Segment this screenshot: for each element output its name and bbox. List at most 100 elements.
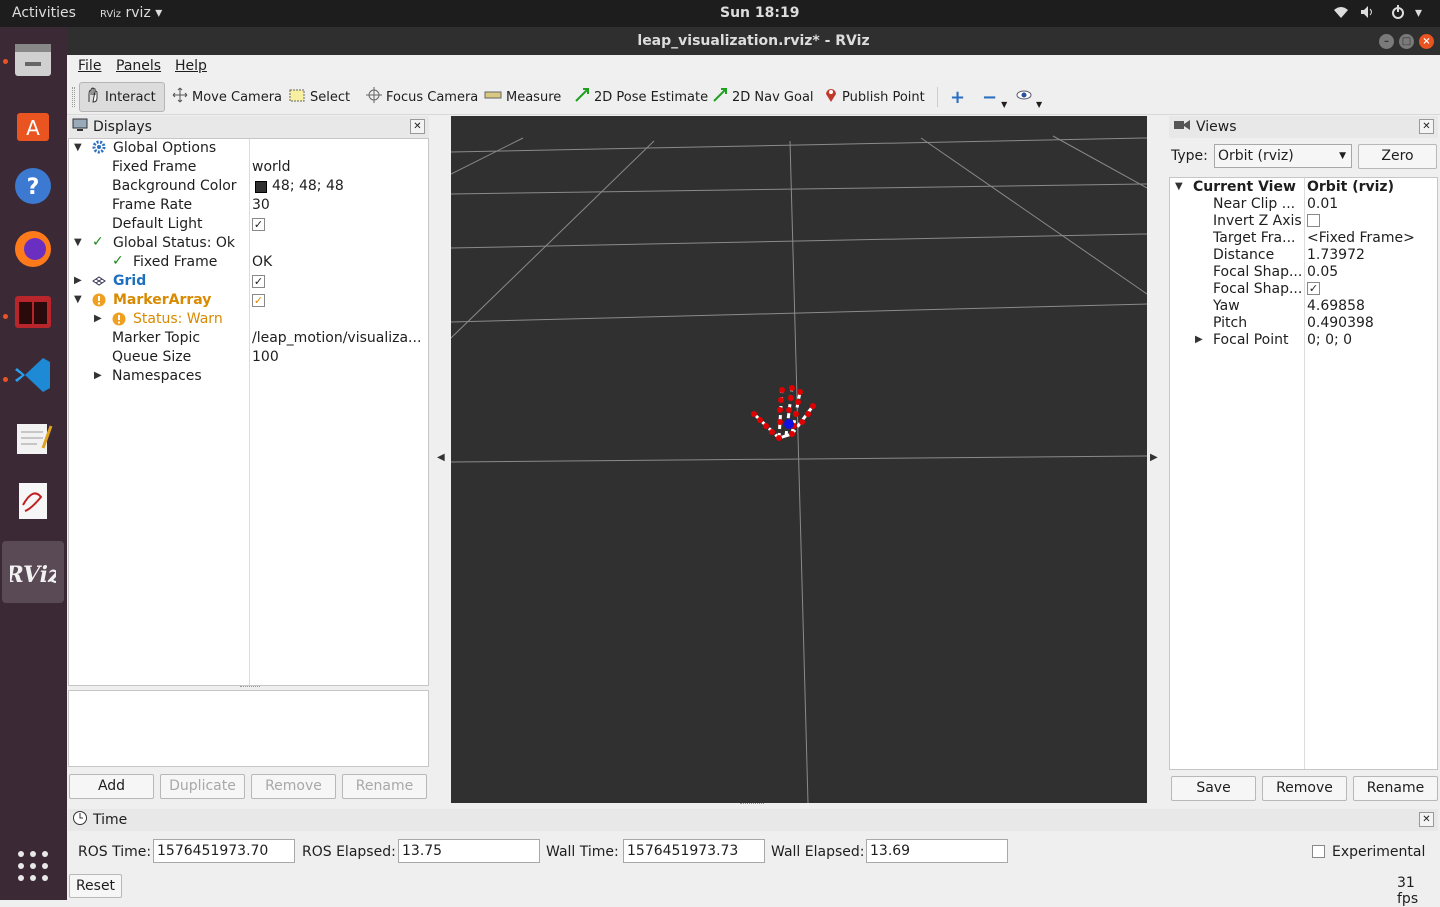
tree-row-marker-array[interactable]: ▼ MarkerArray ✓ bbox=[69, 291, 428, 310]
rviz-icon[interactable]: RViz bbox=[10, 549, 56, 595]
experimental-checkbox[interactable] bbox=[1312, 845, 1325, 858]
displays-close-icon[interactable]: ✕ bbox=[410, 119, 425, 134]
ros-time-field[interactable]: 1576451973.70 bbox=[153, 839, 295, 863]
tree-row-global-status[interactable]: ▼ ✓ Global Status: Ok bbox=[69, 234, 428, 253]
expand-arrow-icon[interactable]: ▼ bbox=[1175, 181, 1183, 192]
tree-row-fixed-frame-status[interactable]: ✓ Fixed Frame OK bbox=[69, 253, 428, 272]
files-icon[interactable] bbox=[10, 37, 56, 83]
minimize-icon[interactable]: – bbox=[1379, 34, 1394, 49]
tree-row-namespaces[interactable]: ▶ Namespaces bbox=[69, 367, 428, 386]
collapse-arrow-icon[interactable]: ▶ bbox=[94, 313, 102, 324]
tree-row-status-warn[interactable]: ▶ Status: Warn bbox=[69, 310, 428, 329]
tree-row-queue-size[interactable]: Queue Size 100 bbox=[69, 348, 428, 367]
fixed-frame-value[interactable]: world bbox=[252, 159, 291, 175]
tree-row-fixed-frame[interactable]: Fixed Frame world bbox=[69, 158, 428, 177]
splitter-handle[interactable] bbox=[740, 803, 764, 806]
activities-button[interactable]: Activities bbox=[12, 5, 76, 21]
background-color-value[interactable]: 48; 48; 48 bbox=[272, 178, 344, 194]
expand-arrow-icon[interactable]: ▼ bbox=[74, 294, 82, 305]
publish-point-tool-button[interactable]: Publish Point bbox=[819, 82, 930, 112]
focal-shape-checkbox[interactable]: ✓ bbox=[1307, 282, 1320, 295]
ros-elapsed-field[interactable]: 13.75 bbox=[398, 839, 540, 863]
collapse-right-arrow-icon[interactable]: ▶ bbox=[1150, 452, 1158, 463]
menu-help[interactable]: Help bbox=[175, 58, 207, 74]
prop-value[interactable]: 0.05 bbox=[1307, 264, 1338, 280]
prop-value[interactable]: 1.73972 bbox=[1307, 247, 1365, 263]
displays-tree[interactable]: ▼ Global Options Fixed Frame world Backg… bbox=[68, 138, 429, 686]
volume-icon[interactable] bbox=[1360, 5, 1376, 23]
help-icon[interactable]: ? bbox=[10, 163, 56, 209]
default-light-checkbox[interactable]: ✓ bbox=[252, 218, 265, 231]
toolbar-grip[interactable] bbox=[72, 87, 75, 107]
tree-row-yaw[interactable]: Yaw 4.69858 bbox=[1170, 297, 1437, 314]
views-panel-header[interactable]: Views ✕ bbox=[1169, 116, 1438, 138]
tree-row-current-view[interactable]: ▼ Current View Orbit (rviz) bbox=[1170, 178, 1437, 195]
show-applications-icon[interactable] bbox=[10, 843, 56, 889]
tree-row-global-options[interactable]: ▼ Global Options bbox=[69, 139, 428, 158]
tree-row-distance[interactable]: Distance 1.73972 bbox=[1170, 246, 1437, 263]
tree-row-focal-shape-size[interactable]: Focal Shap... 0.05 bbox=[1170, 263, 1437, 280]
color-swatch[interactable] bbox=[255, 181, 267, 193]
marker-array-enabled-checkbox[interactable]: ✓ bbox=[252, 294, 265, 307]
queue-size-value[interactable]: 100 bbox=[252, 349, 279, 365]
tree-row-marker-topic[interactable]: Marker Topic /leap_motion/visualiza... bbox=[69, 329, 428, 348]
window-titlebar[interactable]: leap_visualization.rviz* - RViz – □ × bbox=[67, 27, 1440, 55]
3d-viewport[interactable] bbox=[451, 116, 1147, 803]
select-tool-button[interactable]: Select bbox=[283, 82, 355, 112]
interact-tool-button[interactable]: Interact bbox=[79, 82, 165, 112]
move-camera-tool-button[interactable]: Move Camera bbox=[167, 82, 287, 112]
add-tool-button[interactable]: + bbox=[945, 82, 970, 112]
expand-arrow-icon[interactable]: ▼ bbox=[74, 237, 82, 248]
marker-topic-value[interactable]: /leap_motion/visualiza... bbox=[252, 330, 421, 346]
views-close-icon[interactable]: ✕ bbox=[1419, 119, 1434, 134]
tree-row-frame-rate[interactable]: Frame Rate 30 bbox=[69, 196, 428, 215]
views-tree[interactable]: ▼ Current View Orbit (rviz) Near Clip ..… bbox=[1169, 177, 1438, 770]
invert-z-checkbox[interactable] bbox=[1307, 214, 1320, 227]
tree-row-default-light[interactable]: Default Light ✓ bbox=[69, 215, 428, 234]
wifi-icon[interactable] bbox=[1333, 5, 1349, 23]
maximize-icon[interactable]: □ bbox=[1399, 34, 1414, 49]
rename-view-button[interactable]: Rename bbox=[1353, 776, 1438, 801]
firefox-icon[interactable] bbox=[10, 226, 56, 272]
tree-row-grid[interactable]: ▶ Grid ✓ bbox=[69, 272, 428, 291]
remove-display-button[interactable]: Remove bbox=[251, 774, 336, 799]
prop-value[interactable]: <Fixed Frame> bbox=[1307, 230, 1415, 246]
grid-enabled-checkbox[interactable]: ✓ bbox=[252, 275, 265, 288]
tree-row-target-frame[interactable]: Target Fra... <Fixed Frame> bbox=[1170, 229, 1437, 246]
remove-view-button[interactable]: Remove bbox=[1262, 776, 1347, 801]
collapse-arrow-icon[interactable]: ▶ bbox=[94, 370, 102, 381]
tree-row-invert-z[interactable]: Invert Z Axis bbox=[1170, 212, 1437, 229]
splitter-handle[interactable] bbox=[240, 686, 260, 689]
menu-file[interactable]: File bbox=[78, 58, 101, 74]
document-viewer-icon[interactable] bbox=[10, 478, 56, 524]
frame-rate-value[interactable]: 30 bbox=[252, 197, 270, 213]
focus-camera-tool-button[interactable]: Focus Camera bbox=[361, 82, 483, 112]
view-type-select[interactable]: Orbit (rviz) ▼ bbox=[1214, 144, 1352, 168]
menu-panels[interactable]: Panels bbox=[116, 58, 161, 74]
rename-display-button[interactable]: Rename bbox=[342, 774, 427, 799]
pose-estimate-tool-button[interactable]: 2D Pose Estimate bbox=[569, 82, 713, 112]
clock[interactable]: Sun 18:19 bbox=[720, 5, 799, 21]
remove-tool-button[interactable]: − ▼ bbox=[977, 82, 1012, 112]
vscode-icon[interactable] bbox=[10, 352, 56, 398]
time-panel-header[interactable]: Time ✕ bbox=[68, 809, 1438, 831]
expand-arrow-icon[interactable]: ▼ bbox=[74, 142, 82, 153]
tree-row-pitch[interactable]: Pitch 0.490398 bbox=[1170, 314, 1437, 331]
system-menu-arrow-icon[interactable]: ▾ bbox=[1415, 5, 1422, 21]
wall-time-field[interactable]: 1576451973.73 bbox=[623, 839, 765, 863]
collapse-arrow-icon[interactable]: ▶ bbox=[1195, 334, 1203, 345]
terminator-icon[interactable] bbox=[10, 289, 56, 335]
prop-value[interactable]: 0; 0; 0 bbox=[1307, 332, 1352, 348]
collapse-arrow-icon[interactable]: ▶ bbox=[74, 275, 82, 286]
wall-elapsed-field[interactable]: 13.69 bbox=[866, 839, 1008, 863]
save-view-button[interactable]: Save bbox=[1171, 776, 1256, 801]
tree-row-background-color[interactable]: Background Color 48; 48; 48 bbox=[69, 177, 428, 196]
tool-properties-button[interactable]: ▼ bbox=[1011, 82, 1047, 112]
software-center-icon[interactable]: A bbox=[10, 100, 56, 146]
text-editor-icon[interactable] bbox=[10, 415, 56, 461]
nav-goal-tool-button[interactable]: 2D Nav Goal bbox=[707, 82, 819, 112]
time-close-icon[interactable]: ✕ bbox=[1419, 812, 1434, 827]
close-icon[interactable]: × bbox=[1419, 34, 1434, 49]
prop-value[interactable]: 4.69858 bbox=[1307, 298, 1365, 314]
app-menu[interactable]: RViz rviz ▾ bbox=[100, 5, 162, 21]
